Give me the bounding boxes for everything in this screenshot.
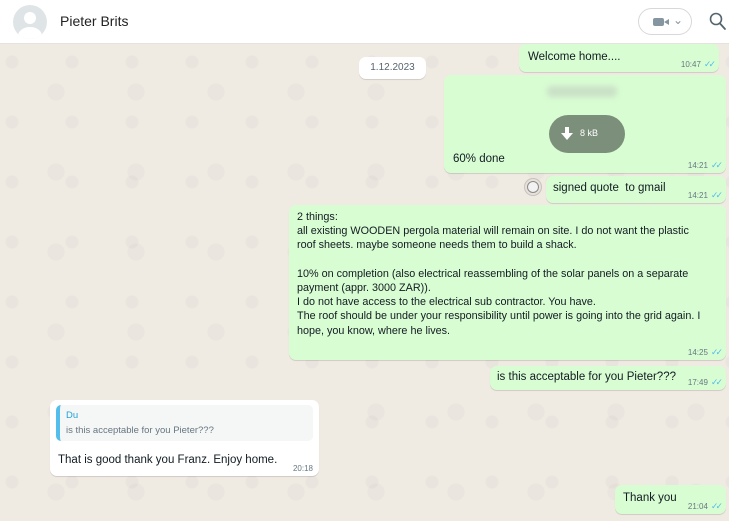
chat-header: Pieter Brits ⌄ [0,0,729,44]
video-camera-icon [653,18,669,26]
contact-name[interactable]: Pieter Brits [60,13,128,29]
message-time: 21:04 ✓✓ [687,501,723,512]
time-label: 14:25 [687,348,708,357]
message-outgoing[interactable]: Welcome home.... 10:47 ✓✓ [519,44,719,72]
message-time: 10:47 ✓✓ [680,59,716,70]
time-label: 21:04 [687,502,708,511]
message-time: 14:21 ✓✓ [687,190,723,201]
smiley-icon[interactable] [524,178,542,196]
read-ticks-icon: ✓✓ [710,190,723,200]
quote-author: Du [66,410,79,421]
download-arrow-icon [561,127,573,140]
read-ticks-icon: ✓✓ [710,501,723,511]
message-outgoing[interactable]: signed quote to gmail 14:21 ✓✓ [546,176,726,203]
message-text: Welcome home.... [528,51,621,63]
search-icon[interactable] [709,11,727,31]
read-ticks-icon: ✓✓ [703,59,716,69]
time-label: 14:21 [687,161,708,170]
message-time: 14:25 ✓✓ [687,347,723,358]
message-text: 2 things: all existing WOODEN pergola ma… [297,211,701,337]
message-time: 20:18 [293,464,313,473]
avatar-body [18,27,42,39]
avatar-head [24,12,36,24]
message-outgoing[interactable]: 2 things: all existing WOODEN pergola ma… [289,205,726,360]
message-time: 17:49 ✓✓ [687,377,723,388]
read-ticks-icon: ✓✓ [710,347,723,357]
download-button[interactable]: 8 kB [549,115,625,153]
message-outgoing[interactable]: is this acceptable for you Pieter??? 17:… [490,366,726,390]
message-time: 14:21 ✓✓ [687,160,723,171]
message-incoming[interactable]: Du is this acceptable for you Pieter??? … [50,400,319,476]
message-caption: 60% done [453,153,505,165]
file-size: 8 kB [580,128,599,138]
time-label: 20:18 [292,464,313,473]
message-text: is this acceptable for you Pieter??? [497,371,676,383]
date-separator: 1.12.2023 [359,57,426,79]
message-text: Thank you [623,492,677,504]
read-ticks-icon: ✓✓ [710,377,723,387]
quote-text: is this acceptable for you Pieter??? [66,425,214,436]
read-ticks-icon: ✓✓ [710,160,723,170]
time-label: 17:49 [687,378,708,387]
video-call-button[interactable]: ⌄ [638,8,692,35]
file-thumbnail [547,86,617,97]
contact-avatar[interactable] [13,5,47,39]
chat-area[interactable]: 1.12.2023 Welcome home.... 10:47 ✓✓ 8 kB … [0,44,729,521]
message-outgoing-file[interactable]: 8 kB 60% done 14:21 ✓✓ [444,75,726,173]
chevron-down-icon: ⌄ [673,13,684,27]
message-text: That is good thank you Franz. Enjoy home… [58,454,278,466]
quoted-message[interactable]: Du is this acceptable for you Pieter??? [56,405,313,441]
smiley-face [527,181,539,193]
message-text: signed quote to gmail [553,182,666,194]
time-label: 14:21 [687,191,708,200]
time-label: 10:47 [680,60,701,69]
message-outgoing[interactable]: Thank you 21:04 ✓✓ [615,485,726,514]
